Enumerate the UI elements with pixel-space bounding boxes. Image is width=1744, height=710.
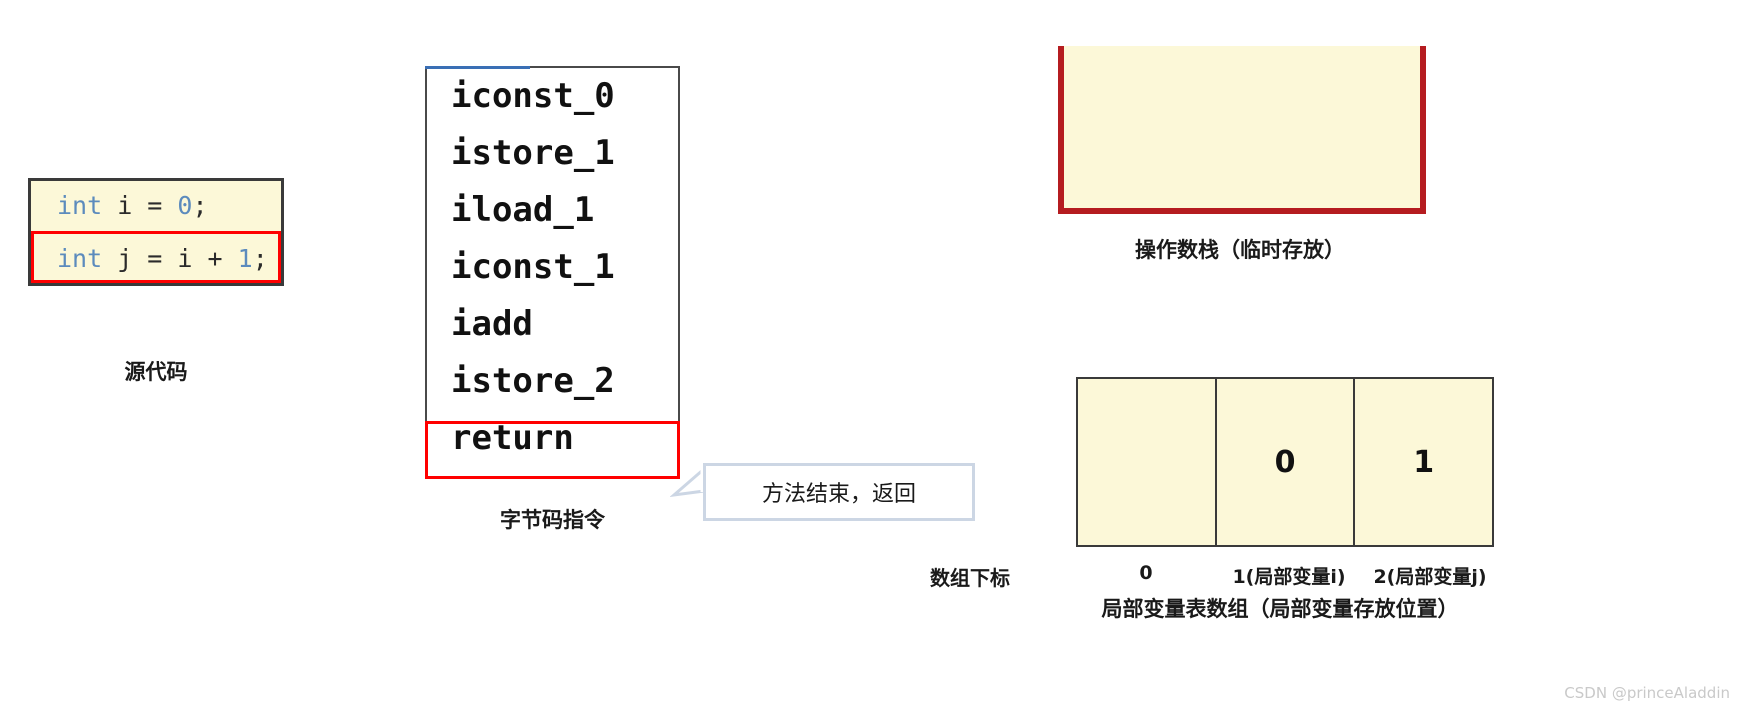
bytecode-instruction: iload_1 [451, 190, 595, 230]
operand-stack-box [1058, 46, 1426, 214]
bytecode-instruction: iconst_1 [451, 247, 615, 287]
array-index-label-1: 1(局部变量i) [1232, 566, 1346, 588]
local-variable-table-caption: 局部变量表数组（局部变量存放位置） [1101, 597, 1459, 621]
bytecode-instruction: iadd [451, 304, 533, 344]
local-variable-table: 0 1 [1076, 377, 1494, 547]
array-index-label-0: 0 [1139, 562, 1153, 584]
bytecode-instruction: iconst_0 [451, 76, 615, 116]
bytecode-instruction-return: return [451, 418, 574, 458]
watermark: CSDN @princeAladdin [1564, 684, 1730, 702]
source-code-line: int i = 0; [31, 181, 281, 231]
callout-box: 方法结束，返回 [703, 463, 975, 521]
code-terminator: ; [192, 191, 208, 220]
code-text: j = i + [102, 244, 238, 273]
code-number: 0 [177, 191, 193, 220]
local-variable-slot-2: 1 [1413, 444, 1435, 480]
code-text: i = [102, 191, 178, 220]
callout-pointer-icon [670, 465, 706, 498]
code-terminator: ; [252, 244, 268, 273]
callout-text: 方法结束，返回 [761, 482, 916, 507]
operand-stack-caption: 操作数栈（临时存放） [1135, 238, 1345, 262]
bytecode-instruction: istore_1 [451, 133, 615, 173]
source-code-panel: int i = 0; int j = i + 1; [28, 178, 284, 286]
source-code-caption: 源代码 [124, 360, 188, 384]
bytecode-instruction: istore_2 [451, 361, 615, 401]
array-index-label-2: 2(局部变量j) [1373, 566, 1487, 588]
bytecode-panel: iconst_0 istore_1 iload_1 iconst_1 iadd … [425, 66, 680, 478]
diagram-canvas: int i = 0; int j = i + 1; 源代码 iconst_0 i… [0, 0, 1744, 710]
code-keyword: int [57, 191, 103, 220]
local-variable-index-row: 数组下标 0 1(局部变量i) 2(局部变量j) [930, 562, 1500, 590]
bytecode-caption: 字节码指令 [500, 508, 605, 532]
source-code-line-highlighted: int j = i + 1; [31, 231, 281, 283]
local-variable-slot-1: 0 [1217, 379, 1356, 545]
array-index-title: 数组下标 [930, 566, 1010, 590]
code-keyword: int [57, 244, 103, 273]
local-variable-slot-0 [1078, 379, 1217, 545]
callout: 方法结束，返回 [670, 463, 975, 521]
code-number: 1 [237, 244, 253, 273]
